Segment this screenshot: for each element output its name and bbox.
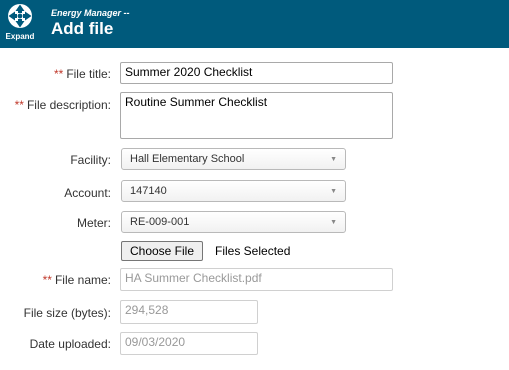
- required-marker: **: [53, 67, 64, 81]
- required-marker: **: [42, 273, 52, 287]
- meter-label: Meter:: [76, 216, 111, 230]
- facility-select[interactable]: Hall Elementary School ▼: [121, 148, 346, 170]
- expand-button[interactable]: Expand: [0, 0, 44, 48]
- expand-label: Expand: [5, 32, 35, 41]
- facility-selected-value: Hall Elementary School: [130, 153, 245, 165]
- chevron-down-icon: ▼: [330, 188, 337, 195]
- chevron-down-icon: ▼: [330, 219, 337, 226]
- meter-select[interactable]: RE-009-001 ▼: [121, 211, 346, 233]
- file-title-input[interactable]: Summer 2020 Checklist: [120, 62, 393, 84]
- file-picker-status: Files Selected: [215, 244, 291, 258]
- date-uploaded-input[interactable]: 09/03/2020: [120, 332, 258, 355]
- file-name-label: ** File name:: [42, 273, 111, 287]
- file-name-input[interactable]: HA Summer Checklist.pdf: [120, 268, 393, 291]
- required-marker: **: [14, 98, 24, 112]
- chevron-down-icon: ▼: [330, 156, 337, 163]
- page-title: Add file: [51, 19, 114, 38]
- account-select[interactable]: 147140 ▼: [121, 180, 346, 202]
- header-subtitle: Energy Manager --: [51, 8, 130, 18]
- date-uploaded-label: Date uploaded:: [29, 337, 111, 351]
- choose-file-button[interactable]: Choose File: [121, 241, 203, 261]
- file-description-textarea[interactable]: Routine Summer Checklist: [120, 92, 393, 139]
- meter-selected-value: RE-009-001: [130, 216, 190, 228]
- account-selected-value: 147140: [130, 185, 167, 197]
- file-size-label: File size (bytes):: [23, 306, 111, 320]
- app-header: Expand Energy Manager -- Add file: [0, 0, 509, 48]
- file-description-label: ** File description:: [14, 98, 111, 112]
- expand-icon: [8, 4, 32, 28]
- account-label: Account:: [64, 186, 111, 200]
- file-size-input[interactable]: 294,528: [120, 300, 258, 324]
- facility-label: Facility:: [70, 153, 111, 167]
- file-title-label: ** File title:: [53, 67, 111, 81]
